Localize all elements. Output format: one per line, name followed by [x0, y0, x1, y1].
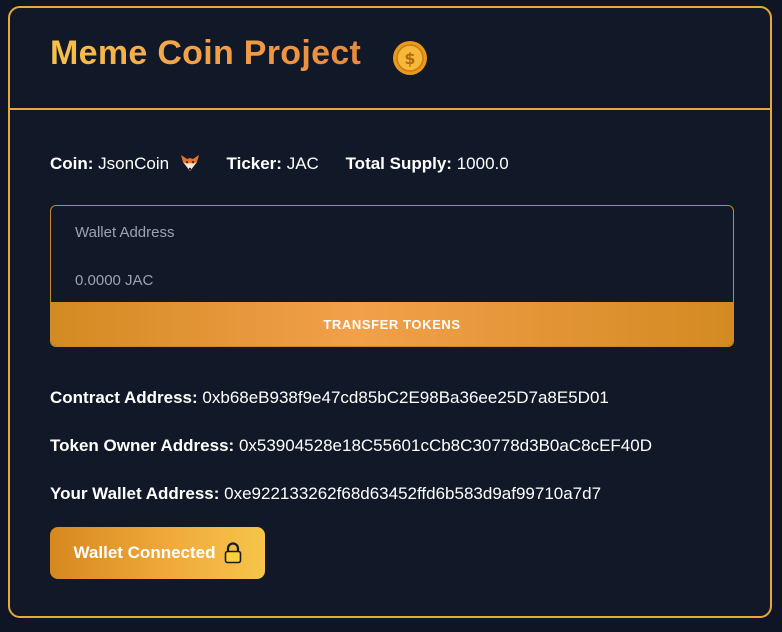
project-card: Meme Coin Project $ Coin: JsonCoin Ticke…	[8, 6, 772, 618]
lock-icon	[224, 542, 241, 564]
supply-info: Total Supply: 1000.0	[346, 154, 509, 174]
card-header: Meme Coin Project $	[10, 8, 770, 110]
amount-input[interactable]	[75, 266, 705, 294]
contract-address-value: 0xb68eB938f9e47cd85bC2E98Ba36ee25D7a8E5D…	[202, 388, 609, 407]
fox-icon	[180, 155, 199, 171]
gold-coin-icon: $	[393, 41, 427, 75]
wallet-connected-button[interactable]: Wallet Connected	[50, 527, 265, 579]
ticker-value: JAC	[286, 154, 319, 173]
supply-label: Total Supply:	[345, 154, 452, 173]
coin-info: Coin: JsonCoin	[50, 154, 200, 174]
wallet-address-row: Your Wallet Address: 0xe922133262f68d634…	[50, 484, 601, 504]
wallet-address-label: Your Wallet Address:	[50, 484, 220, 503]
coin-value: JsonCoin	[98, 154, 170, 173]
wallet-address-value: 0xe922133262f68d63452ffd6b583d9af99710a7…	[224, 484, 602, 503]
page-title: Meme Coin Project	[50, 34, 362, 72]
owner-address-value: 0x53904528e18C55601cCb8C30778d3B0aC8cEF4…	[238, 436, 652, 455]
contract-address-label: Contract Address:	[50, 388, 198, 407]
wallet-address-input[interactable]	[75, 218, 705, 246]
supply-value: 1000.0	[456, 154, 509, 173]
transfer-tokens-button[interactable]: TRANSFER TOKENS	[51, 302, 733, 346]
transfer-form: TRANSFER TOKENS	[50, 205, 734, 347]
owner-address-label: Token Owner Address:	[50, 436, 235, 455]
wallet-connected-label: Wallet Connected	[73, 543, 216, 562]
svg-text:$: $	[404, 49, 415, 68]
coin-label: Coin:	[50, 154, 94, 173]
ticker-info: Ticker: JAC	[227, 154, 319, 174]
owner-address-row: Token Owner Address: 0x53904528e18C55601…	[50, 436, 652, 456]
coin-info-row: Coin: JsonCoin Ticker: JAC Total Supply:…	[50, 154, 531, 174]
ticker-label: Ticker:	[226, 154, 282, 173]
contract-address-row: Contract Address: 0xb68eB938f9e47cd85bC2…	[50, 388, 609, 408]
